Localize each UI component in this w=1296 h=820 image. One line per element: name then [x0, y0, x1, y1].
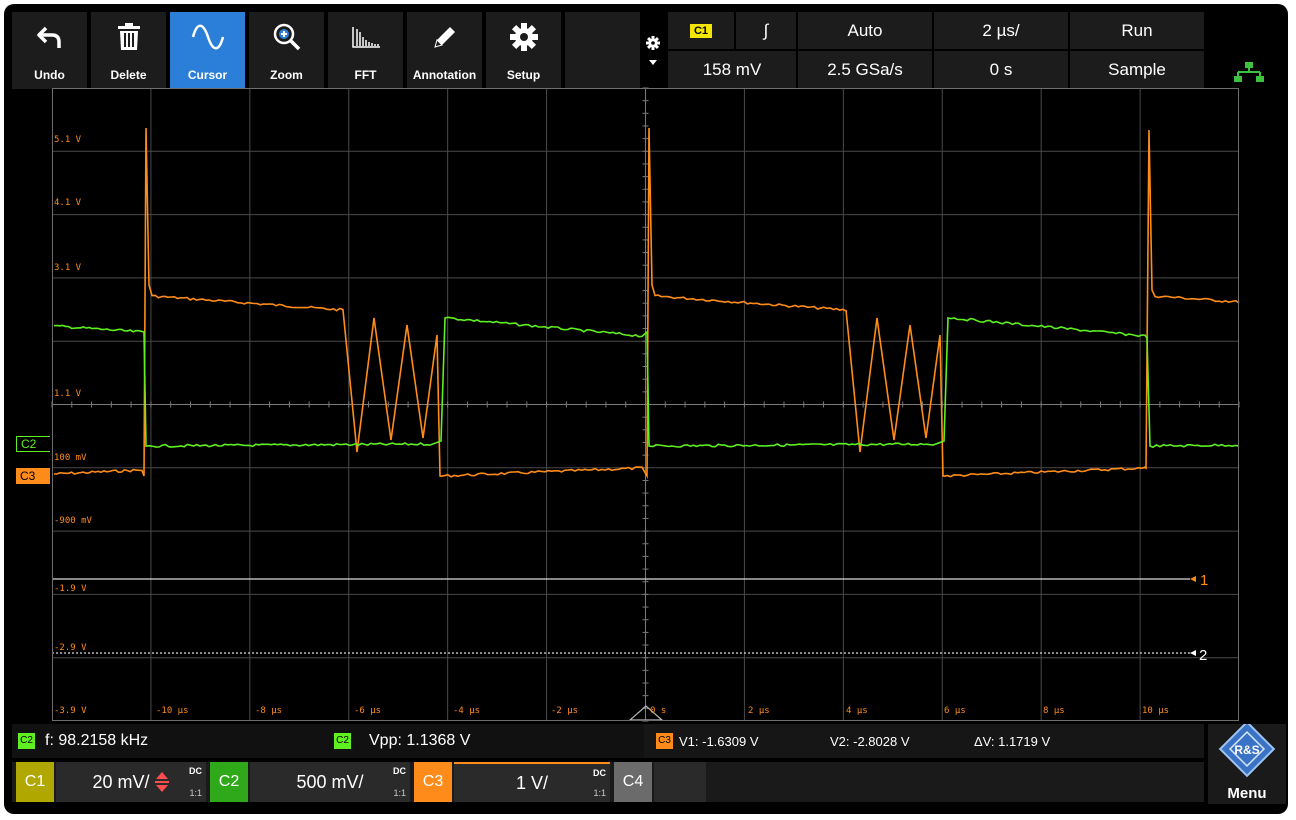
c2-scale[interactable]: 500 mV/ DC 1:1 [250, 762, 410, 802]
c3-offset-label: C3 [20, 469, 36, 483]
time-label: -4 µs [453, 706, 481, 716]
c2-scale-value: 500 mV/ [296, 771, 364, 792]
freq-channel-badge: C2 [18, 733, 35, 749]
channel-bar: C1 20 mV/ DC 1:1 C2 500 mV/ DC 1:1 C3 1 … [12, 762, 1204, 802]
time-label: -8 µs [255, 706, 283, 716]
menu-button[interactable]: R&S Menu [1208, 720, 1286, 804]
frequency-value: f: 98.2158 kHz [45, 732, 149, 749]
level-label: -3.9 V [54, 706, 87, 716]
vpp-channel-badge: C2 [334, 733, 351, 749]
v1-value: V1: -1.6309 V [679, 733, 759, 749]
level-label: 5.1 V [54, 135, 82, 145]
c3-coupling: DC [593, 768, 606, 778]
scale-adjust-icon[interactable] [154, 769, 170, 795]
c1-coupling: DC [189, 766, 202, 776]
time-label: -10 µs [156, 706, 189, 716]
level-label: 1.1 V [54, 389, 82, 399]
vpp-measurement[interactable]: C2 Vpp: 1.1368 V [334, 724, 470, 758]
c1-scale[interactable]: 20 mV/ DC 1:1 [56, 762, 206, 802]
c3-scale-value: 1 V/ [515, 772, 549, 793]
channel-c3-button[interactable]: C3 [414, 762, 452, 802]
delta-v-value: ΔV: 1.1719 V [974, 733, 1051, 749]
level-label: 3.1 V [54, 263, 82, 273]
level-label: -900 mV [54, 516, 92, 526]
cursor-readout[interactable]: C3 V1: -1.6309 V V2: -2.8028 V ΔV: 1.171… [644, 724, 1204, 758]
cursor-v1: C3 V1: -1.6309 V [656, 724, 759, 758]
c2-coupling: DC [393, 766, 406, 776]
level-label: -1.9 V [54, 584, 87, 594]
time-label: 2 µs [748, 706, 770, 716]
c3-label: C3 [422, 773, 444, 790]
frequency-measurement[interactable]: C2 f: 98.2158 kHz [18, 724, 148, 758]
c2-ratio: 1:1 [393, 788, 406, 798]
v2-value: V2: -2.8028 V [830, 733, 910, 749]
c4-label: C4 [622, 773, 644, 790]
level-label: -2.9 V [54, 643, 87, 653]
c2-label: C2 [218, 773, 240, 790]
rs-logo-icon: R&S [1218, 720, 1276, 778]
channel-c1-button[interactable]: C1 [16, 762, 54, 802]
c1-label: C1 [24, 773, 46, 790]
level-label: 100 mV [54, 453, 87, 463]
channel-c2-button[interactable]: C2 [210, 762, 248, 802]
c4-scale[interactable] [654, 762, 706, 802]
level-label: 4.1 V [54, 198, 82, 208]
c3-scale[interactable]: 1 V/ DC 1:1 [454, 762, 610, 802]
c1-scale-value: 20 mV/ [92, 771, 150, 792]
channel-c4-button[interactable]: C4 [614, 762, 652, 802]
time-label: 8 µs [1043, 706, 1065, 716]
time-label: 4 µs [846, 706, 868, 716]
menu-label: Menu [1227, 785, 1267, 802]
time-label: 6 µs [944, 706, 966, 716]
plot-frame [52, 88, 1239, 721]
c2-offset-label: C2 [21, 437, 37, 451]
c3-offset-marker[interactable]: C3 [16, 468, 50, 484]
svg-text:R&S: R&S [1234, 743, 1259, 757]
measurement-bar: C2 f: 98.2158 kHz C2 Vpp: 1.1368 V C3 V1… [12, 724, 1204, 758]
time-label: -2 µs [551, 706, 579, 716]
time-label: -6 µs [354, 706, 382, 716]
time-label: 0 s [650, 706, 667, 716]
time-label: 10 µs [1142, 706, 1170, 716]
cursor-channel-badge: C3 [656, 733, 673, 749]
vpp-value: Vpp: 1.1368 V [369, 732, 471, 749]
c1-ratio: 1:1 [189, 788, 202, 798]
c2-offset-marker[interactable]: C2 [16, 436, 50, 452]
c3-ratio: 1:1 [593, 788, 606, 798]
